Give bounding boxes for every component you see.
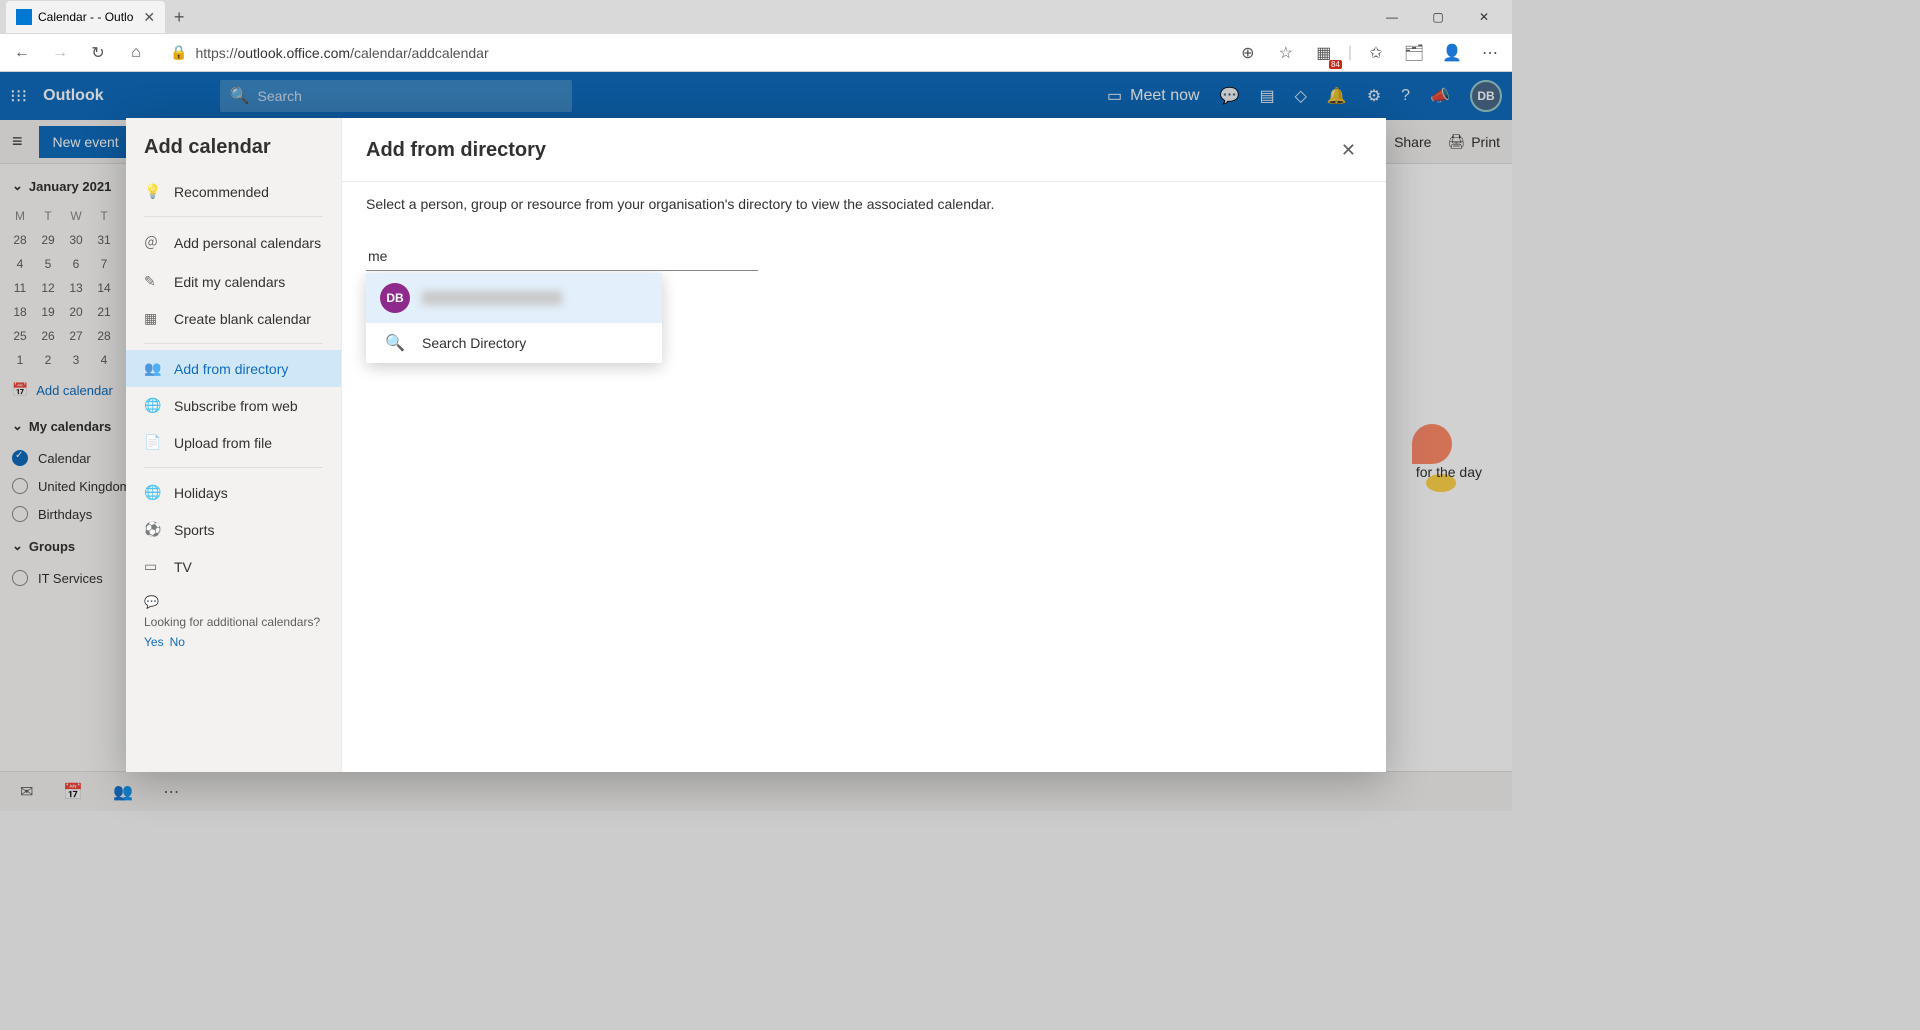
suggestion-person[interactable]: DB	[366, 273, 662, 323]
suggestion-search-label: Search Directory	[422, 335, 526, 351]
new-tab-button[interactable]: +	[165, 7, 193, 28]
modal-nav-item[interactable]: ▭ TV	[126, 548, 341, 585]
modal-nav: Add calendar 💡 Recommended ＠ Add personal c…	[126, 118, 342, 772]
modal-nav-item[interactable]: ▦ Create blank calendar	[126, 300, 341, 337]
nav-forward-icon: →	[46, 39, 74, 67]
modal-nav-label: Recommended	[174, 184, 269, 200]
modal-nav-item[interactable]: 🌐 Subscribe from web	[126, 387, 341, 424]
globe2-icon: 🌐	[144, 484, 162, 501]
divider	[144, 467, 323, 468]
modal-left-title: Add calendar	[126, 128, 341, 173]
suggestion-name	[422, 291, 562, 305]
modal-close-icon[interactable]: ✕	[1335, 134, 1362, 167]
modal-nav-label: Holidays	[174, 485, 228, 501]
favorite-icon[interactable]: ☆	[1272, 39, 1300, 67]
profile-icon[interactable]: 👤	[1438, 39, 1466, 67]
modal-right-title: Add from directory	[366, 139, 546, 162]
divider	[144, 343, 323, 344]
nav-back-icon[interactable]: ←	[8, 39, 36, 67]
feedback-no-link[interactable]: No	[170, 635, 185, 649]
modal-nav-label: Upload from file	[174, 435, 272, 451]
directory-search-input[interactable]	[366, 242, 758, 271]
modal-content: Add from directory ✕ Select a person, gr…	[342, 118, 1386, 772]
at-icon: ＠	[144, 233, 162, 253]
nav-home-icon[interactable]: ⌂	[122, 39, 150, 67]
suggestion-search-directory[interactable]: 🔍 Search Directory	[366, 323, 662, 363]
modal-nav-label: Edit my calendars	[174, 274, 285, 290]
browser-tab[interactable]: Calendar - - Outlo ✕	[6, 1, 165, 33]
modal-nav-item[interactable]: 🌐 Holidays	[126, 474, 341, 511]
url-path: /calendar/addcalendar	[350, 45, 489, 61]
blank-icon: ▦	[144, 310, 162, 327]
favorites-bar-icon[interactable]: ✩	[1362, 39, 1390, 67]
modal-description: Select a person, group or resource from …	[366, 196, 1362, 212]
browser-menu-icon[interactable]: ⋯	[1476, 39, 1504, 67]
address-bar[interactable]: 🔒 https://outlook.office.com/calendar/ad…	[160, 44, 1224, 61]
divider	[144, 216, 323, 217]
add-calendar-modal: Add calendar 💡 Recommended ＠ Add personal c…	[126, 118, 1386, 772]
lock-icon: 🔒	[170, 44, 187, 61]
search-icon: 🔍	[380, 333, 410, 353]
modal-foot-text: Looking for additional calendars?	[144, 615, 320, 629]
window-minimize-icon[interactable]: —	[1378, 10, 1406, 24]
suggestion-avatar: DB	[380, 283, 410, 313]
url-host: outlook.office.com	[237, 45, 350, 61]
file-icon: 📄	[144, 434, 162, 451]
window-maximize-icon[interactable]: ▢	[1424, 10, 1452, 24]
modal-nav-label: TV	[174, 559, 192, 575]
browser-navbar: ← → ↻ ⌂ 🔒 https://outlook.office.com/cal…	[0, 34, 1512, 72]
modal-nav-item[interactable]: ✎ Edit my calendars	[126, 263, 341, 300]
people-icon: 👥	[144, 360, 162, 377]
modal-nav-label: Subscribe from web	[174, 398, 298, 414]
bulb-icon: 💡	[144, 183, 162, 200]
nav-refresh-icon[interactable]: ↻	[84, 39, 112, 67]
modal-nav-item[interactable]: 📄 Upload from file	[126, 424, 341, 461]
tab-close-icon[interactable]: ✕	[143, 9, 155, 26]
modal-nav-item[interactable]: ⚽ Sports	[126, 511, 341, 548]
modal-nav-label: Add personal calendars	[174, 235, 321, 251]
feedback-icon: 💬	[144, 595, 159, 609]
suggestion-dropdown: DB 🔍 Search Directory	[366, 273, 662, 363]
modal-nav-label: Create blank calendar	[174, 311, 311, 327]
window-close-icon[interactable]: ✕	[1470, 10, 1498, 24]
divider	[342, 181, 1386, 182]
edit-icon: ✎	[144, 273, 162, 290]
modal-nav-item[interactable]: 👥 Add from directory	[126, 350, 341, 387]
add-page-icon[interactable]: ⊕	[1234, 39, 1262, 67]
modal-nav-label: Add from directory	[174, 361, 288, 377]
tab-favicon	[16, 9, 32, 25]
tv-icon: ▭	[144, 558, 162, 575]
tab-title: Calendar - - Outlo	[38, 10, 133, 24]
globe-icon: 🌐	[144, 397, 162, 414]
ball-icon: ⚽	[144, 521, 162, 538]
modal-nav-item[interactable]: ＠ Add personal calendars	[126, 223, 341, 263]
modal-nav-label: Sports	[174, 522, 214, 538]
collections-icon[interactable]: 🗂	[1400, 39, 1428, 67]
url-scheme: https://	[195, 45, 237, 61]
extension-icon[interactable]: ▦	[1310, 39, 1338, 67]
feedback-yes-link[interactable]: Yes	[144, 635, 164, 649]
modal-nav-item[interactable]: 💡 Recommended	[126, 173, 341, 210]
browser-tabbar: Calendar - - Outlo ✕ + — ▢ ✕	[0, 0, 1512, 34]
